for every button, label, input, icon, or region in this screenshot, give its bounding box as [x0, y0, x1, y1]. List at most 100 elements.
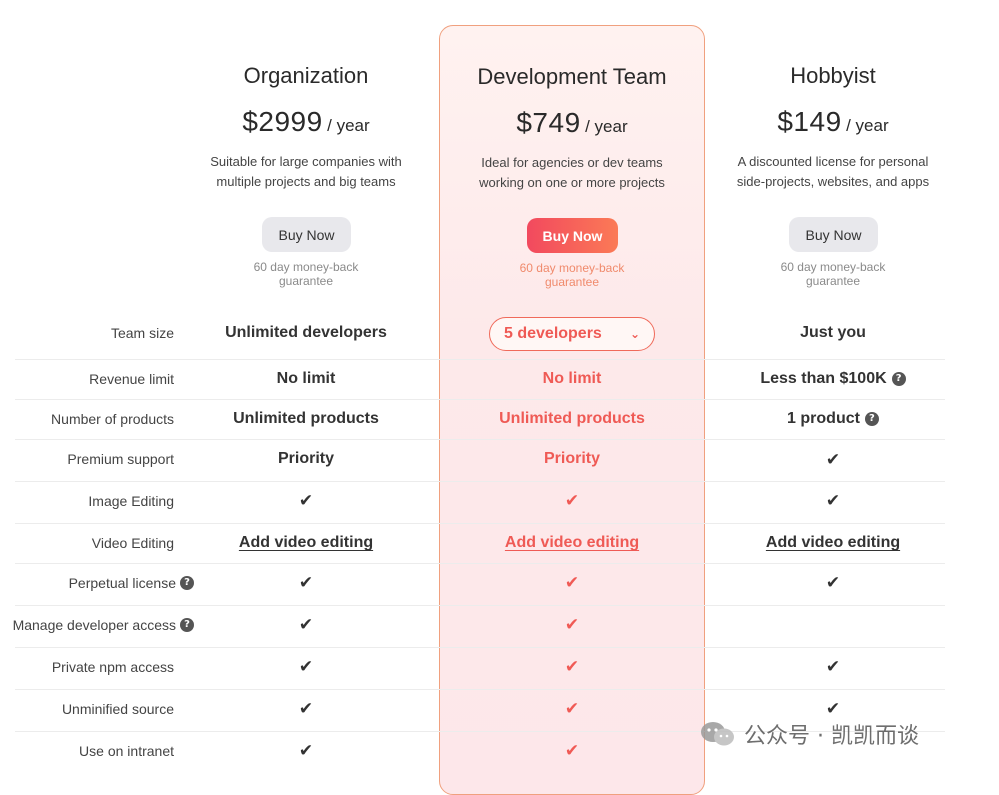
dev-add-video-editing-link[interactable]: Add video editing	[442, 534, 702, 552]
hobbyist-npm: ✔	[713, 657, 953, 677]
label-text: Image Editing	[88, 493, 174, 509]
hobbyist-add-video-editing-link[interactable]: Add video editing	[713, 534, 953, 552]
check-icon: ✔	[564, 615, 580, 635]
guarantee-line: 60 day money-back	[780, 260, 886, 274]
plan-name: Development Team	[477, 64, 667, 89]
row-divider	[15, 647, 945, 648]
org-products: Unlimited products	[233, 410, 379, 427]
hobbyist-unminified: ✔	[713, 699, 953, 719]
row-divider	[15, 523, 945, 524]
org-support: Priority	[277, 450, 334, 467]
watermark-text: 公众号 · 凯凯而谈	[744, 724, 919, 749]
dev-npm: ✔	[442, 657, 702, 677]
dev-intranet: ✔	[442, 741, 702, 761]
guarantee-line: 60 day money-back	[519, 261, 625, 275]
label-text: Private npm access	[51, 659, 174, 675]
dev-perpetual: ✔	[442, 573, 702, 593]
org-team-size: Unlimited developers	[225, 324, 387, 341]
org-perpetual: ✔	[186, 573, 426, 593]
check-icon: ✔	[825, 450, 841, 470]
row-divider	[15, 481, 945, 482]
label-text: Use on intranet	[79, 743, 174, 759]
developer-count-select[interactable]: 5 developers ⌄	[489, 317, 655, 351]
help-icon[interactable]: ?	[864, 412, 879, 426]
check-icon: ✔	[298, 699, 314, 719]
price-amount: $149	[777, 106, 842, 137]
check-icon: ✔	[825, 491, 841, 511]
select-value: 5 developers	[504, 325, 602, 342]
label-text: Premium support	[67, 451, 174, 467]
description-line: Ideal for agencies or dev teams	[481, 155, 663, 170]
plan-description: A discounted license for personal side-p…	[713, 152, 953, 192]
org-image-editing: ✔	[186, 491, 426, 511]
description-line: Suitable for large companies with	[210, 154, 402, 169]
description-line: working on one or more projects	[479, 175, 665, 190]
hobbyist-revenue-limit: Less than $100K ?	[713, 370, 953, 388]
chevron-down-icon: ⌄	[629, 327, 640, 341]
org-add-video-editing-link[interactable]: Add video editing	[186, 534, 426, 552]
org-intranet: ✔	[186, 741, 426, 761]
label-text: Manage developer access	[12, 617, 176, 633]
row-divider	[15, 689, 945, 690]
label-text: Team size	[110, 325, 174, 341]
feature-label-perpetual-license: Perpetual license ?	[69, 575, 194, 591]
plan-description: Ideal for agencies or dev teams working …	[442, 153, 702, 193]
dev-products: Unlimited products	[499, 410, 645, 427]
row-divider	[15, 399, 945, 400]
hobbyist-perpetual: ✔	[713, 573, 953, 593]
check-icon: ✔	[298, 491, 314, 511]
plan-description: Suitable for large companies with multip…	[186, 152, 426, 192]
feature-label-revenue-limit: Revenue limit	[89, 371, 174, 387]
feature-label-video-editing: Video Editing	[92, 535, 174, 551]
label-text: Video Editing	[91, 535, 174, 551]
check-icon: ✔	[825, 699, 841, 719]
org-unminified: ✔	[186, 699, 426, 719]
row-divider	[15, 359, 945, 360]
buy-now-button[interactable]: Buy Now	[789, 217, 878, 252]
feature-label-team-size: Team size	[111, 325, 174, 341]
plan-price: $2999 / year	[186, 106, 426, 138]
check-icon: ✔	[564, 573, 580, 593]
label-text: Revenue limit	[89, 371, 174, 387]
plan-name: Organization	[243, 63, 369, 88]
check-icon: ✔	[298, 573, 314, 593]
buy-now-button[interactable]: Buy Now	[262, 217, 351, 252]
row-divider	[15, 439, 945, 440]
dev-image-editing: ✔	[442, 491, 702, 511]
description-line: side-projects, websites, and apps	[736, 174, 930, 189]
label-text: Unminified source	[61, 701, 174, 717]
row-divider	[15, 563, 945, 564]
row-divider	[15, 605, 945, 606]
check-icon: ✔	[564, 491, 580, 511]
guarantee-line: guarantee	[805, 274, 861, 288]
hobbyist-support: ✔	[713, 450, 953, 470]
dev-manage-access: ✔	[442, 615, 702, 635]
org-npm: ✔	[186, 657, 426, 677]
watermark: 公众号 · 凯凯而谈	[700, 718, 919, 750]
chat-bubbles-icon	[701, 722, 734, 746]
price-amount: $749	[516, 107, 581, 138]
cell-text: Less than $100K	[760, 370, 887, 387]
price-period: / year	[585, 117, 628, 136]
buy-now-button[interactable]: Buy Now	[527, 218, 618, 253]
help-icon[interactable]: ?	[891, 372, 906, 386]
check-icon: ✔	[564, 699, 580, 719]
label-text: Number of products	[51, 411, 174, 427]
description-line: A discounted license for personal	[737, 154, 929, 169]
cell-text: 1 product	[787, 410, 860, 427]
price-period: / year	[327, 116, 370, 135]
dev-unminified: ✔	[442, 699, 702, 719]
check-icon: ✔	[298, 657, 314, 677]
hobbyist-team-size: Just you	[800, 324, 866, 341]
feature-label-private-npm-access: Private npm access	[52, 659, 174, 675]
check-icon: ✔	[564, 741, 580, 761]
check-icon: ✔	[825, 657, 841, 677]
feature-label-premium-support: Premium support	[67, 451, 174, 467]
hobbyist-image-editing: ✔	[713, 491, 953, 511]
guarantee-note: 60 day money-back guarantee	[713, 260, 953, 288]
org-manage-access: ✔	[186, 615, 426, 635]
plan-price: $149 / year	[713, 106, 953, 138]
feature-label-use-on-intranet: Use on intranet	[79, 743, 174, 759]
check-icon: ✔	[564, 657, 580, 677]
pricing-page: Organization $2999 / year Suitable for l…	[0, 0, 999, 795]
